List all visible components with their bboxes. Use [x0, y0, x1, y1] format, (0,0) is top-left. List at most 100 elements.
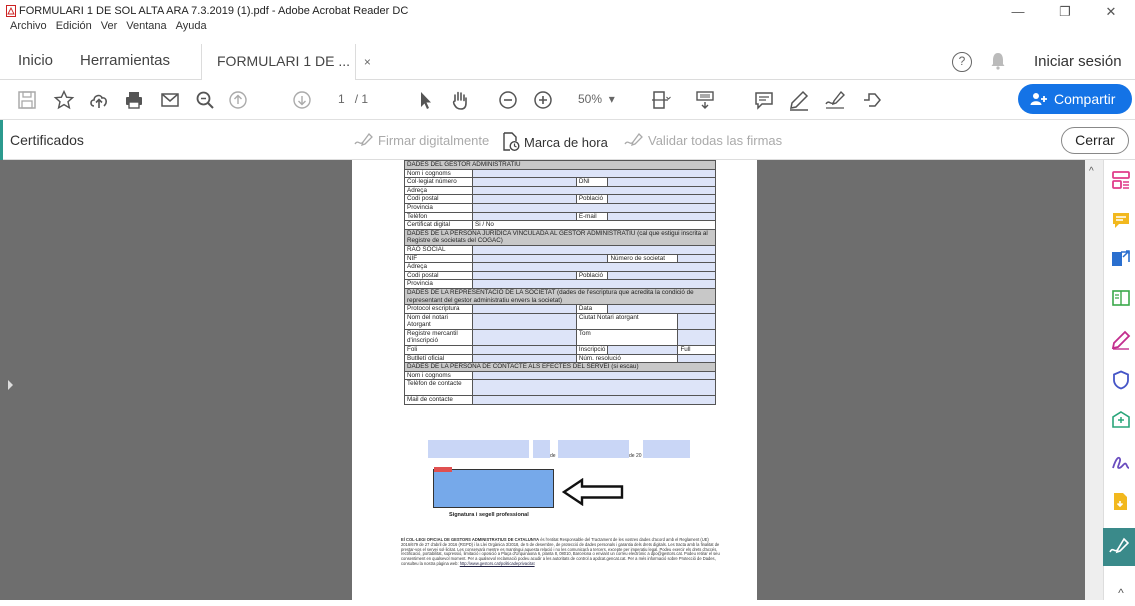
form-field[interactable] [472, 328, 577, 347]
form-field[interactable] [472, 312, 577, 330]
zoom-search-icon[interactable] [193, 88, 217, 112]
print-icon[interactable] [122, 88, 146, 112]
minimize-button[interactable]: — [1003, 4, 1033, 19]
menu-ayuda[interactable]: Ayuda [176, 20, 207, 32]
field-label: NIF [404, 253, 473, 264]
add-user-icon [1030, 93, 1047, 105]
close-tool-button[interactable]: Cerrar [1061, 127, 1129, 154]
place-field[interactable] [428, 440, 529, 458]
main-toolbar: 1 / 1 50% ▾ Compartir [0, 80, 1135, 120]
form-field[interactable] [677, 253, 716, 264]
certificates-tool-selected[interactable] [1103, 528, 1135, 566]
reading-mode-icon[interactable] [693, 88, 717, 112]
form-field[interactable] [677, 353, 716, 364]
form-field[interactable] [607, 177, 716, 187]
share-doc-icon[interactable] [1111, 410, 1131, 430]
select-cursor-icon[interactable] [413, 88, 437, 112]
comment-tool-icon[interactable] [1111, 210, 1131, 230]
menu-edicion[interactable]: Edición [56, 20, 92, 32]
mail-icon[interactable] [158, 88, 182, 112]
organize-pages-icon[interactable] [1111, 170, 1131, 190]
stamp-tool-icon[interactable] [1111, 492, 1131, 512]
tab-document-label: FORMULARI 1 DE ... [217, 53, 351, 69]
form-field[interactable] [607, 211, 716, 222]
form-field[interactable] [607, 194, 716, 204]
field-value[interactable]: Si / No [472, 220, 716, 230]
menu-ventana[interactable]: Ventana [126, 20, 166, 32]
day-field[interactable] [533, 440, 550, 458]
form-field[interactable] [677, 328, 716, 347]
form-field[interactable] [471, 253, 609, 264]
scroll-up-icon[interactable]: ^ [1089, 166, 1094, 177]
tab-document[interactable]: FORMULARI 1 DE ... × [201, 44, 371, 80]
hand-tool-icon[interactable] [448, 88, 472, 112]
page-number-display[interactable]: 1 / 1 [338, 92, 368, 106]
form-field[interactable] [472, 304, 577, 314]
upload-cloud-icon[interactable] [87, 88, 111, 112]
field-label: Foli [404, 345, 473, 355]
signature-stamp-field[interactable] [433, 469, 554, 508]
privacy-link[interactable]: http://www.gestors.cat/politicadeprivaci… [460, 561, 535, 566]
tab-herramientas[interactable]: Herramientas [80, 52, 170, 69]
year-field[interactable] [643, 440, 690, 458]
page-up-icon[interactable] [226, 88, 250, 112]
expand-left-panel-icon[interactable] [8, 380, 13, 390]
month-field[interactable] [558, 440, 629, 458]
tab-inicio[interactable]: Inicio [18, 52, 53, 69]
fit-page-icon[interactable] [648, 88, 672, 112]
form-field[interactable] [472, 244, 716, 255]
form-field[interactable] [472, 211, 577, 222]
form-field[interactable] [472, 177, 577, 187]
zoom-out-icon[interactable] [496, 88, 520, 112]
star-icon[interactable] [52, 88, 76, 112]
field-label: Telèfon [404, 211, 473, 222]
export-pdf-icon[interactable] [1111, 248, 1131, 268]
form-field[interactable] [607, 345, 679, 355]
send-for-signature-icon[interactable] [860, 88, 884, 112]
fill-sign-icon[interactable] [823, 88, 847, 112]
form-field[interactable] [472, 262, 716, 272]
form-field[interactable] [472, 395, 716, 406]
maximize-button[interactable]: ❐ [1050, 4, 1080, 20]
save-icon[interactable] [15, 88, 39, 112]
form-field[interactable] [472, 270, 577, 281]
protect-shield-icon[interactable] [1111, 370, 1131, 390]
fill-and-sign-icon[interactable] [1111, 330, 1131, 350]
sign-pen-icon [354, 133, 373, 147]
page-current[interactable]: 1 [338, 92, 345, 106]
field-label: Adreça [404, 262, 473, 272]
form-field[interactable] [472, 279, 716, 289]
zoom-in-icon[interactable] [531, 88, 555, 112]
form-field[interactable] [472, 353, 577, 364]
form-field[interactable] [677, 312, 716, 330]
form-field[interactable] [472, 202, 716, 213]
form-field[interactable] [607, 304, 716, 314]
highlight-pen-icon[interactable] [787, 88, 811, 112]
request-signatures-icon[interactable] [1111, 452, 1131, 472]
validate-all-button[interactable]: Validar todas las firmas [624, 132, 782, 148]
tab-close-icon[interactable]: × [364, 55, 371, 69]
form-field[interactable] [472, 345, 577, 355]
form-field[interactable] [472, 194, 577, 204]
timestamp-button[interactable]: Marca de hora [502, 132, 608, 152]
page-down-icon[interactable] [290, 88, 314, 112]
menu-ver[interactable]: Ver [101, 20, 118, 32]
close-window-button[interactable]: ✕ [1096, 4, 1126, 20]
edit-pdf-icon[interactable] [1111, 288, 1131, 308]
form-field[interactable] [607, 270, 716, 281]
signin-link[interactable]: Iniciar sesión [1034, 53, 1122, 70]
form-field[interactable] [472, 185, 716, 196]
share-button[interactable]: Compartir [1018, 84, 1132, 114]
panel-scroll-up-icon[interactable]: ^ [1111, 586, 1131, 606]
form-field[interactable] [472, 370, 716, 381]
comment-icon[interactable] [752, 88, 776, 112]
pdf-page[interactable]: DADES DEL GESTOR ADMINISTRATIU Nom i cog… [352, 160, 757, 600]
help-icon[interactable]: ? [952, 52, 972, 72]
menu-archivo[interactable]: Archivo [10, 20, 47, 32]
bell-icon[interactable] [990, 51, 1006, 71]
form-field[interactable] [472, 379, 716, 397]
sign-digitally-button[interactable]: Firmar digitalmente [354, 132, 489, 148]
vertical-scrollbar[interactable]: ^ [1085, 160, 1103, 600]
zoom-level-dropdown[interactable]: 50% ▾ [578, 92, 615, 106]
form-field[interactable] [472, 168, 716, 179]
